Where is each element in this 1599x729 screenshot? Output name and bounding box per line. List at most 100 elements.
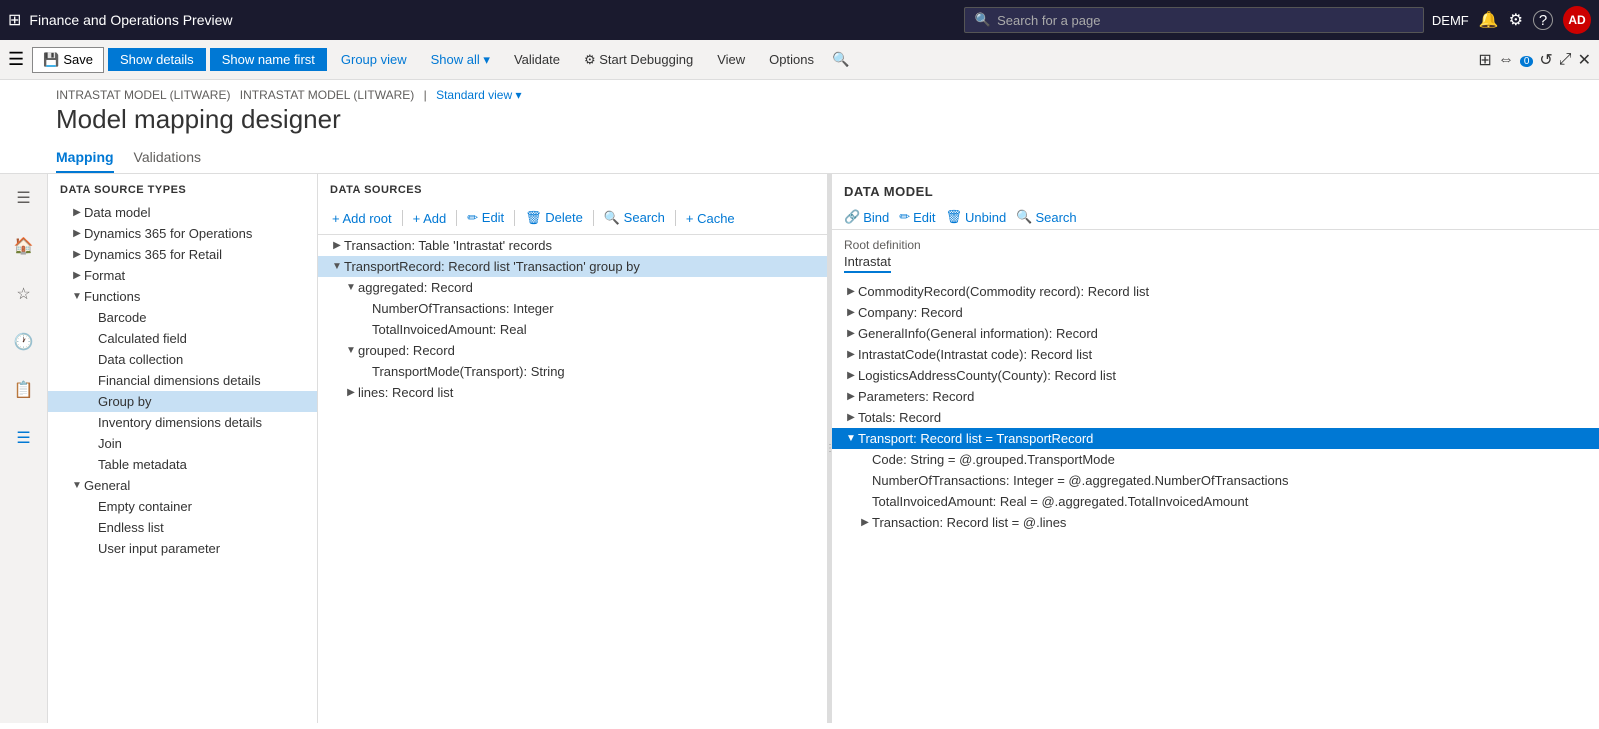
ds-lines[interactable]: ▶ lines: Record list bbox=[318, 382, 827, 403]
data-model-panel: DATA MODEL 🔗 Bind ✏ Edit 🗑 Unbind 🔍 Sear… bbox=[832, 174, 1599, 723]
personalize-icon[interactable]: ⊞ bbox=[1478, 50, 1491, 70]
data-model-header: DATA MODEL bbox=[832, 174, 1599, 205]
add-root-button[interactable]: + Add root bbox=[328, 209, 396, 228]
close-icon[interactable]: ✕ bbox=[1578, 50, 1591, 70]
save-button[interactable]: 💾 Save bbox=[32, 47, 104, 73]
dst-general[interactable]: ▼ General bbox=[48, 475, 317, 496]
dst-financial-dimensions[interactable]: Financial dimensions details bbox=[48, 370, 317, 391]
delete-button[interactable]: 🗑 Delete bbox=[521, 208, 587, 228]
top-nav-right: DEMF 🔔 ⚙ ? AD bbox=[1432, 6, 1591, 34]
dm-total-invoiced-amount[interactable]: TotalInvoicedAmount: Real = @.aggregated… bbox=[832, 491, 1599, 512]
ds-grouped[interactable]: ▼ grouped: Record bbox=[318, 340, 827, 361]
dm-transaction[interactable]: ▶ Transaction: Record list = @.lines bbox=[832, 512, 1599, 533]
dst-endless-list[interactable]: Endless list bbox=[48, 517, 317, 538]
dst-user-input-parameter[interactable]: User input parameter bbox=[48, 538, 317, 559]
fullwidth-icon[interactable]: ⇔ bbox=[1498, 51, 1514, 69]
search-model-button[interactable]: 🔍 Search bbox=[1016, 209, 1076, 225]
edit-model-button[interactable]: ✏ Edit bbox=[899, 209, 935, 225]
chevron-right-icon: ▶ bbox=[858, 517, 872, 528]
grid-icon[interactable]: ⊞ bbox=[8, 10, 21, 30]
chevron-right-icon: ▶ bbox=[70, 207, 84, 218]
settings-icon[interactable]: ⚙ bbox=[1509, 10, 1523, 30]
start-debugging-button[interactable]: ⚙ Start Debugging bbox=[574, 48, 703, 72]
dst-format[interactable]: ▶ Format bbox=[48, 265, 317, 286]
dst-table-metadata[interactable]: Table metadata bbox=[48, 454, 317, 475]
group-view-button[interactable]: Group view bbox=[331, 48, 417, 71]
dst-group-by[interactable]: Group by bbox=[48, 391, 317, 412]
show-all-button[interactable]: Show all ▾ bbox=[421, 48, 500, 72]
nav-favorites[interactable]: ☆ bbox=[8, 278, 40, 310]
show-details-button[interactable]: Show details bbox=[108, 48, 206, 71]
dst-barcode[interactable]: Barcode bbox=[48, 307, 317, 328]
ds-total-invoiced-amount[interactable]: TotalInvoicedAmount: Real bbox=[318, 319, 827, 340]
show-name-first-button[interactable]: Show name first bbox=[210, 48, 327, 71]
ds-number-of-transactions[interactable]: NumberOfTransactions: Integer bbox=[318, 298, 827, 319]
help-icon[interactable]: ? bbox=[1533, 10, 1553, 30]
breadcrumb: INTRASTAT MODEL (LITWARE) INTRASTAT MODE… bbox=[56, 88, 1543, 102]
ds-transaction[interactable]: ▶ Transaction: Table 'Intrastat' records bbox=[318, 235, 827, 256]
page-title: Model mapping designer bbox=[56, 104, 1543, 135]
dst-data-model[interactable]: ▶ Data model bbox=[48, 202, 317, 223]
dst-dynamics-ops[interactable]: ▶ Dynamics 365 for Operations bbox=[48, 223, 317, 244]
cache-button[interactable]: + Cache bbox=[682, 209, 739, 228]
dst-data-collection[interactable]: Data collection bbox=[48, 349, 317, 370]
dm-company[interactable]: ▶ Company: Record bbox=[832, 302, 1599, 323]
open-new-icon[interactable]: ⤢ bbox=[1559, 51, 1572, 69]
bind-button[interactable]: 🔗 Bind bbox=[844, 209, 889, 225]
badge-icon[interactable]: 0 bbox=[1520, 52, 1534, 67]
nav-workspaces[interactable]: 📋 bbox=[8, 374, 40, 406]
refresh-icon[interactable]: ↺ bbox=[1539, 50, 1552, 70]
dst-empty-container[interactable]: Empty container bbox=[48, 496, 317, 517]
bell-icon[interactable]: 🔔 bbox=[1479, 10, 1499, 30]
chevron-down-icon: ▼ bbox=[844, 433, 858, 444]
validate-button[interactable]: Validate bbox=[504, 48, 570, 71]
root-def-value: Intrastat bbox=[844, 254, 891, 273]
toolbar-separator bbox=[456, 210, 457, 226]
nav-filter[interactable]: ☰ bbox=[8, 422, 40, 454]
nav-home[interactable]: 🏠 bbox=[8, 230, 40, 262]
global-search[interactable]: 🔍 Search for a page bbox=[964, 7, 1424, 33]
top-navigation: ⊞ Finance and Operations Preview 🔍 Searc… bbox=[0, 0, 1599, 40]
avatar[interactable]: AD bbox=[1563, 6, 1591, 34]
dm-transport[interactable]: ▼ Transport: Record list = TransportReco… bbox=[832, 428, 1599, 449]
tab-mapping[interactable]: Mapping bbox=[56, 143, 114, 173]
toolbar-separator bbox=[514, 210, 515, 226]
dst-functions[interactable]: ▼ Functions bbox=[48, 286, 317, 307]
chevron-right-icon: ▶ bbox=[330, 240, 344, 251]
nav-hamburger[interactable]: ☰ bbox=[8, 182, 40, 214]
dm-parameters[interactable]: ▶ Parameters: Record bbox=[832, 386, 1599, 407]
chevron-right-icon: ▶ bbox=[344, 387, 358, 398]
dm-logistics-address[interactable]: ▶ LogisticsAddressCounty(County): Record… bbox=[832, 365, 1599, 386]
toolbar-separator bbox=[593, 210, 594, 226]
filter-icon[interactable]: 🔍 bbox=[832, 51, 849, 68]
view-button[interactable]: View bbox=[707, 48, 755, 71]
dm-code[interactable]: Code: String = @.grouped.TransportMode bbox=[832, 449, 1599, 470]
nav-recent[interactable]: 🕐 bbox=[8, 326, 40, 358]
ds-aggregated[interactable]: ▼ aggregated: Record bbox=[318, 277, 827, 298]
app-title: Finance and Operations Preview bbox=[29, 12, 955, 28]
hamburger-menu-icon[interactable]: ☰ bbox=[8, 49, 24, 70]
dm-general-info[interactable]: ▶ GeneralInfo(General information): Reco… bbox=[832, 323, 1599, 344]
options-button[interactable]: Options bbox=[759, 48, 824, 71]
unbind-button[interactable]: 🗑 Unbind bbox=[946, 209, 1007, 225]
standard-view-link[interactable]: Standard view ▾ bbox=[436, 88, 521, 102]
root-def-label: Root definition bbox=[844, 238, 1587, 252]
search-button[interactable]: 🔍 Search bbox=[600, 208, 669, 228]
toolbar-separator bbox=[675, 210, 676, 226]
dm-number-of-transactions[interactable]: NumberOfTransactions: Integer = @.aggreg… bbox=[832, 470, 1599, 491]
tab-validations[interactable]: Validations bbox=[134, 143, 201, 173]
ds-transport-record[interactable]: ▼ TransportRecord: Record list 'Transact… bbox=[318, 256, 827, 277]
ds-transport-mode[interactable]: TransportMode(Transport): String bbox=[318, 361, 827, 382]
search-placeholder: Search for a page bbox=[997, 13, 1100, 28]
dm-totals[interactable]: ▶ Totals: Record bbox=[832, 407, 1599, 428]
edit-button[interactable]: ✏ Edit bbox=[463, 208, 508, 228]
trash-icon: 🗑 bbox=[946, 209, 963, 225]
dm-intrastat-code[interactable]: ▶ IntrastatCode(Intrastat code): Record … bbox=[832, 344, 1599, 365]
dst-inventory-dimensions[interactable]: Inventory dimensions details bbox=[48, 412, 317, 433]
dst-dynamics-retail[interactable]: ▶ Dynamics 365 for Retail bbox=[48, 244, 317, 265]
add-button[interactable]: + Add bbox=[409, 209, 451, 228]
dm-commodity-record[interactable]: ▶ CommodityRecord(Commodity record): Rec… bbox=[832, 281, 1599, 302]
chevron-right-icon: ▶ bbox=[70, 270, 84, 281]
dst-join[interactable]: Join bbox=[48, 433, 317, 454]
dst-calculated-field[interactable]: Calculated field bbox=[48, 328, 317, 349]
